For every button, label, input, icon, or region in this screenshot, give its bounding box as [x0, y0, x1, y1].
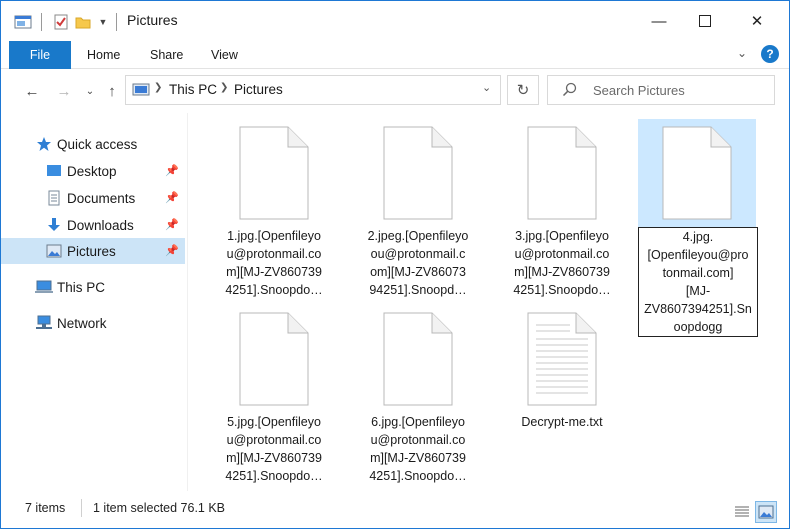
large-icons-view-icon[interactable] — [755, 501, 777, 523]
file-name: 1.jpg.[Openfileyo u@protonmail.co m][MJ-ZV… — [225, 229, 323, 297]
file-name: 6.jpg.[Openfileyo u@protonmail.co m][MJ-ZV… — [369, 415, 467, 483]
nav-downloads[interactable]: Downloads 📌 — [1, 212, 185, 238]
address-history-chevron-icon[interactable]: ⌄ — [482, 81, 491, 94]
star-icon — [35, 136, 53, 152]
navigation-pane: Quick access Desktop 📌 Documents 📌 Downl… — [1, 113, 187, 491]
recent-locations-chevron-icon[interactable]: ⌄ — [79, 81, 101, 101]
breadcrumb-this-pc[interactable]: This PC — [169, 82, 217, 97]
text-file-icon — [526, 311, 598, 407]
nav-desktop[interactable]: Desktop 📌 — [1, 158, 185, 184]
desktop-icon — [45, 163, 63, 179]
breadcrumb-separator-icon: ❯ — [220, 82, 229, 93]
network-icon — [35, 315, 53, 331]
back-arrow-icon[interactable]: ← — [21, 81, 43, 101]
explorer-window: ▼ Pictures — ✕ File Home Share View ⌄ ? … — [0, 0, 790, 529]
download-arrow-icon — [45, 217, 63, 233]
nav-quick-access[interactable]: Quick access — [1, 131, 185, 157]
documents-icon — [45, 190, 63, 206]
new-folder-icon[interactable] — [73, 13, 93, 31]
file-item[interactable]: 6.jpg.[Openfileyo u@protonmail.co m][MJ-ZV… — [358, 311, 478, 485]
properties-icon[interactable] — [51, 13, 71, 31]
file-name: Decrypt-me.txt — [521, 415, 603, 429]
address-bar[interactable]: ❯ This PC ❯ Pictures ⌄ — [125, 75, 501, 105]
nav-this-pc[interactable]: This PC — [1, 274, 185, 300]
title-separator — [41, 13, 42, 31]
selection-highlight — [638, 119, 756, 227]
nav-label: This PC — [57, 279, 106, 295]
close-button[interactable]: ✕ — [731, 1, 783, 41]
file-item[interactable]: 3.jpg.[Openfileyo u@protonmail.co m][MJ-ZV… — [502, 125, 622, 299]
file-name: 2.jpeg.[Openfileyo ou@protonmail.c om][MJ-… — [367, 229, 469, 297]
refresh-button[interactable]: ↻ — [507, 75, 539, 105]
file-name: 3.jpg.[Openfileyo u@protonmail.co m][MJ-ZV… — [513, 229, 611, 297]
nav-label: Pictures — [67, 243, 116, 259]
nav-label: Quick access — [57, 136, 138, 152]
blank-file-icon — [382, 311, 454, 407]
nav-documents[interactable]: Documents 📌 — [1, 185, 185, 211]
blank-file-icon — [526, 125, 598, 221]
blank-file-icon — [661, 125, 733, 221]
pc-location-icon — [132, 83, 150, 100]
file-item[interactable]: 2.jpeg.[Openfileyo ou@protonmail.c om][MJ-… — [358, 125, 478, 299]
nav-label: Desktop — [67, 163, 117, 179]
breadcrumb-pictures[interactable]: Pictures — [234, 82, 283, 97]
pin-icon[interactable]: 📌 — [165, 244, 179, 257]
search-icon — [562, 82, 578, 101]
file-view: 1.jpg.[Openfileyo u@protonmail.co m][MJ-ZV… — [188, 113, 788, 491]
selection-info: 1 item selected 76.1 KB — [93, 501, 226, 515]
nav-label: Downloads — [67, 217, 134, 233]
pin-icon[interactable]: 📌 — [165, 164, 179, 177]
file-item[interactable]: 1.jpg.[Openfileyo u@protonmail.co m][MJ-ZV… — [214, 125, 334, 299]
file-name-rename-input[interactable]: 4.jpg. [Openfileyou@pro tonmail.com] [MJ- ZV… — [638, 227, 758, 337]
minimize-button[interactable]: — — [633, 1, 685, 41]
ribbon: File Home Share View ⌄ ? — [1, 41, 789, 69]
blank-file-icon — [238, 311, 310, 407]
item-count: 7 items — [25, 501, 66, 515]
window-title: Pictures — [127, 12, 178, 28]
pin-icon[interactable]: 📌 — [165, 218, 179, 231]
breadcrumb-separator-icon: ❯ — [154, 82, 163, 93]
customize-toolbar-chevron-icon[interactable]: ▼ — [93, 13, 113, 31]
nav-label: Network — [57, 315, 107, 331]
nav-label: Documents — [67, 190, 136, 206]
tab-home[interactable]: Home — [87, 48, 120, 62]
title-bar: ▼ Pictures — ✕ — [1, 1, 789, 41]
nav-network[interactable]: Network — [1, 310, 185, 336]
help-icon[interactable]: ? — [761, 45, 779, 63]
forward-arrow-icon[interactable]: → — [53, 81, 75, 101]
title-separator — [116, 13, 117, 31]
computer-icon — [35, 279, 53, 295]
expand-ribbon-chevron-icon[interactable]: ⌄ — [737, 46, 747, 60]
tab-share[interactable]: Share — [150, 48, 183, 62]
file-name: 5.jpg.[Openfileyo u@protonmail.co m][MJ-ZV… — [225, 415, 323, 483]
folder-window-icon[interactable] — [13, 13, 33, 31]
status-bar: 7 items 1 item selected 76.1 KB — [1, 495, 789, 529]
search-placeholder: Search Pictures — [593, 83, 685, 98]
file-item[interactable]: 5.jpg.[Openfileyo u@protonmail.co m][MJ-ZV… — [214, 311, 334, 485]
tab-view[interactable]: View — [211, 48, 238, 62]
tab-file[interactable]: File — [9, 41, 71, 69]
up-arrow-icon[interactable]: ↑ — [101, 81, 123, 101]
details-view-icon[interactable] — [731, 501, 753, 523]
pin-icon[interactable]: 📌 — [165, 191, 179, 204]
nav-pictures[interactable]: Pictures 📌 — [1, 238, 185, 264]
blank-file-icon — [238, 125, 310, 221]
blank-file-icon — [382, 125, 454, 221]
status-separator — [81, 499, 82, 517]
file-item-selected[interactable]: 4.jpg. [Openfileyou@pro tonmail.com] [MJ- ZV… — [638, 119, 758, 337]
file-item[interactable]: Decrypt-me.txt — [502, 311, 622, 431]
pictures-icon — [45, 243, 63, 259]
maximize-button[interactable] — [679, 1, 731, 41]
search-input[interactable]: Search Pictures — [547, 75, 775, 105]
